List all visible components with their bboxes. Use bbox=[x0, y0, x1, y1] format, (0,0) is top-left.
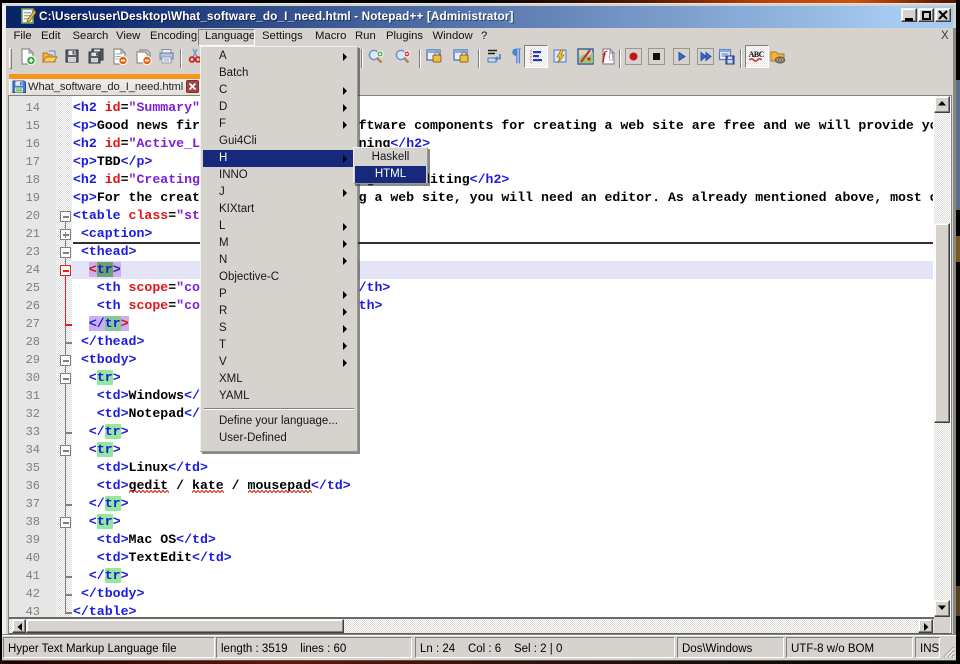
svg-text:ABC: ABC bbox=[749, 50, 765, 59]
svg-text:{}: {} bbox=[609, 52, 615, 61]
